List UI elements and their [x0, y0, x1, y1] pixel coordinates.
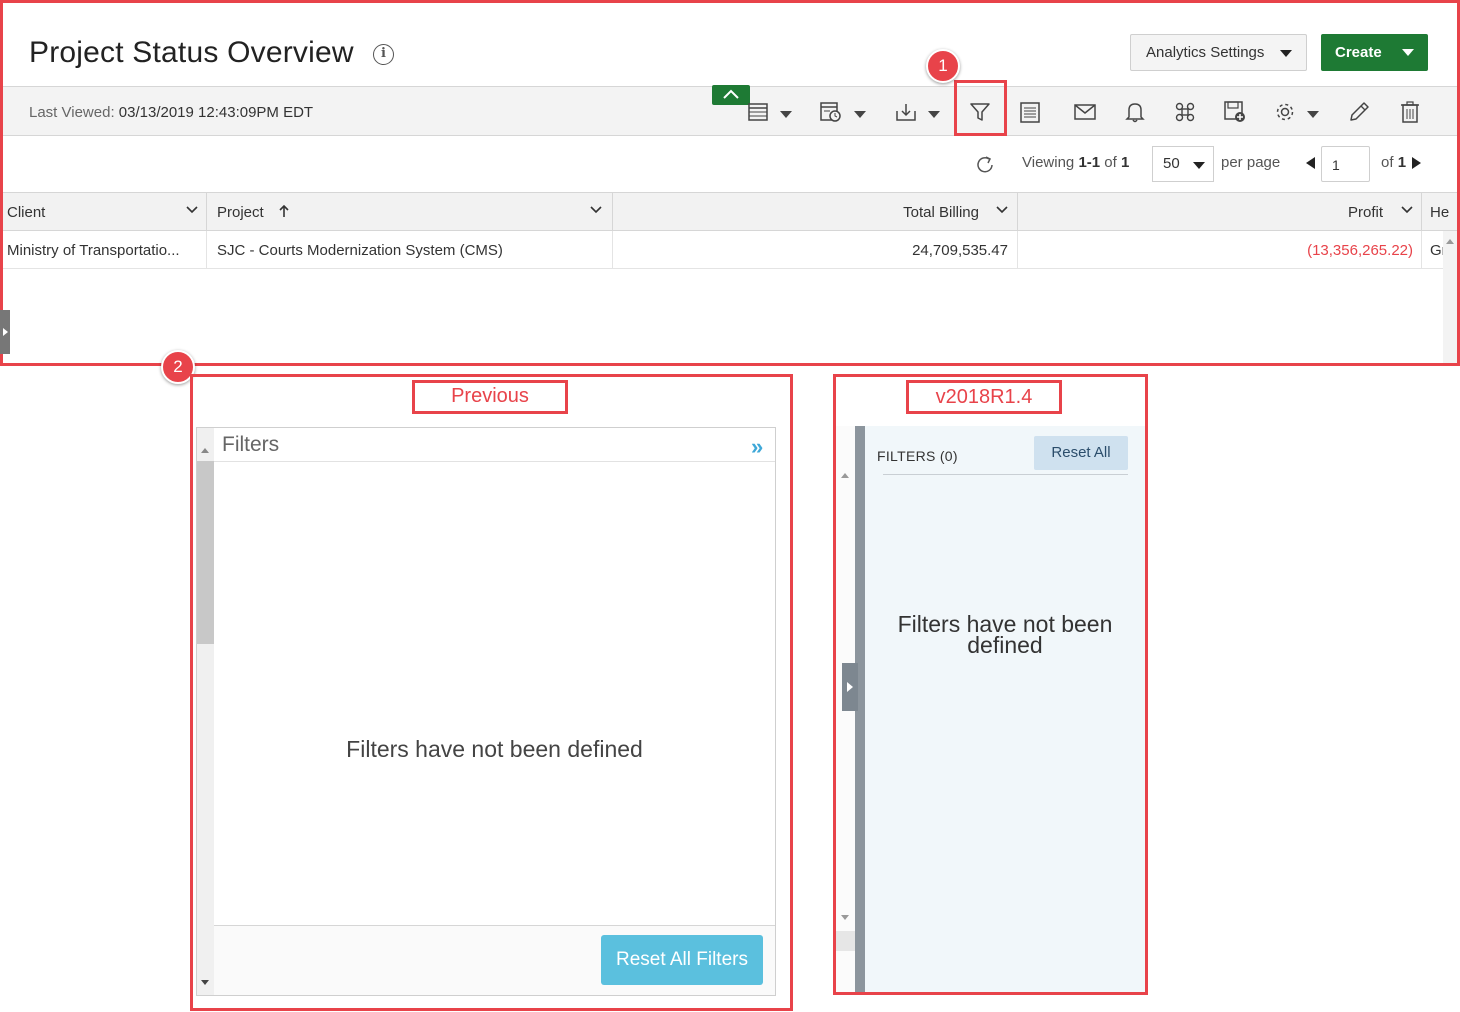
new-empty-message: Filters have not been defined — [897, 611, 1113, 658]
viewing-range: 1-1 — [1078, 154, 1101, 171]
viewing-total: 1 — [1120, 154, 1130, 171]
pencil-icon[interactable] — [1344, 97, 1374, 127]
reset-all-button[interactable]: Reset All — [1034, 436, 1128, 470]
per-page-value: 50 — [1163, 155, 1180, 172]
analytics-settings-label: Analytics Settings — [1146, 44, 1265, 61]
cell-text: (13,356,265.22) — [1307, 242, 1413, 259]
download-caret-icon[interactable] — [928, 111, 940, 118]
scroll-up-icon[interactable] — [201, 448, 209, 453]
create-button[interactable]: Create — [1321, 34, 1428, 71]
scroll-down-icon[interactable] — [841, 915, 849, 920]
cell-text: 24,709,535.47 — [912, 242, 1008, 259]
new-filters-panel: FILTERS (0) Reset All Filters have not b… — [836, 426, 1145, 992]
last-viewed-value: 03/13/2019 12:43:09PM EDT — [118, 104, 314, 121]
column-header-client[interactable]: Client — [3, 193, 207, 230]
column-header-project[interactable]: Project — [207, 193, 613, 230]
viewing-of: of — [1104, 154, 1117, 171]
toolbar: Last Viewed: 03/13/2019 12:43:09PM EDT — [3, 85, 1457, 136]
column-label: Profit — [1347, 204, 1383, 221]
page-total: of 1 — [1381, 154, 1406, 171]
cell-text: Gr — [1430, 242, 1443, 259]
sort-ascending-icon — [279, 204, 289, 217]
previous-panel-footer: Reset All Filters — [214, 925, 775, 995]
double-chevron-right-icon[interactable]: » — [751, 434, 763, 460]
analytics-settings-button[interactable]: Analytics Settings — [1130, 34, 1307, 71]
previous-scrollbar[interactable] — [197, 428, 214, 995]
info-icon[interactable]: i — [373, 44, 394, 65]
email-icon[interactable] — [1070, 97, 1100, 127]
caret-down-icon — [1280, 50, 1292, 57]
chevron-down-icon[interactable] — [1400, 205, 1414, 215]
chevron-up-icon — [723, 89, 739, 99]
grid-scrollbar[interactable] — [1443, 231, 1457, 363]
trash-icon[interactable] — [1395, 97, 1425, 127]
side-panel-handle[interactable] — [0, 310, 10, 354]
scroll-thumb[interactable] — [197, 461, 214, 644]
viewing-summary: Viewing 1-1 of 1 — [1022, 154, 1129, 171]
divider — [883, 474, 1128, 475]
previous-empty-message: Filters have not been defined — [346, 736, 643, 762]
grid-view-caret-icon[interactable] — [780, 111, 792, 118]
filter-highlight-box — [954, 80, 1007, 136]
prev-page-icon[interactable] — [1306, 157, 1315, 169]
cell-project: SJC - Courts Modernization System (CMS) — [207, 231, 613, 269]
panel-collapse-handle[interactable] — [842, 663, 858, 711]
scroll-down-icon[interactable] — [201, 980, 209, 985]
chevron-down-icon[interactable] — [185, 205, 199, 215]
next-page-icon[interactable] — [1412, 157, 1421, 169]
scroll-thumb[interactable] — [836, 931, 855, 951]
download-icon[interactable] — [891, 97, 921, 127]
previous-filters-title: Filters — [222, 433, 280, 456]
create-label: Create — [1335, 44, 1382, 61]
save-icon[interactable] — [1220, 97, 1250, 127]
page-of: of — [1381, 154, 1394, 171]
notes-icon[interactable] — [1015, 97, 1045, 127]
grid-view-icon[interactable] — [743, 97, 773, 127]
bell-icon[interactable] — [1120, 97, 1150, 127]
cell-text: Ministry of Transportatio... — [7, 242, 180, 259]
chevron-down-icon[interactable] — [995, 205, 1009, 215]
previous-filters-panel: Filters » Filters have not been defined … — [196, 427, 776, 996]
page-total-value: 1 — [1397, 154, 1407, 171]
column-label: Client — [7, 204, 46, 221]
command-icon[interactable] — [1170, 97, 1200, 127]
annotation-label-previous: Previous — [412, 380, 568, 414]
cell-client: Ministry of Transportatio... — [3, 231, 207, 269]
caret-down-icon — [1402, 49, 1414, 56]
new-filters-title: FILTERS (0) — [877, 448, 958, 464]
column-header-total-billing[interactable]: Total Billing — [613, 193, 1018, 230]
column-header-profit[interactable]: Profit — [1018, 193, 1422, 230]
cell-total-billing: 24,709,535.47 — [613, 231, 1018, 269]
page-title: Project Status Overview — [29, 36, 354, 69]
report-caret-icon[interactable] — [854, 111, 866, 118]
grid-header: Client Project Total Billing Profit He — [3, 192, 1457, 231]
report-icon[interactable] — [816, 97, 846, 127]
cell-profit: (13,356,265.22) — [1018, 231, 1422, 269]
chevron-down-icon[interactable] — [589, 205, 603, 215]
scroll-up-icon[interactable] — [1446, 239, 1454, 244]
table-row[interactable]: Ministry of Transportatio... SJC - Court… — [3, 231, 1443, 269]
cell-text: SJC - Courts Modernization System (CMS) — [217, 242, 503, 259]
viewing-prefix: Viewing — [1022, 154, 1075, 171]
gear-caret-icon[interactable] — [1307, 111, 1319, 118]
per-page-label: per page — [1221, 154, 1281, 171]
scroll-up-icon[interactable] — [841, 473, 849, 478]
refresh-icon[interactable] — [974, 154, 996, 181]
annotation-label-new: v2018R1.4 — [906, 380, 1062, 414]
cell-extra: Gr — [1422, 231, 1443, 269]
annotation-badge-1: 1 — [926, 49, 960, 83]
page-number-input[interactable]: 1 — [1321, 146, 1370, 182]
column-label: Project — [217, 204, 264, 221]
column-label: Total Billing — [903, 204, 979, 221]
column-header-extra[interactable]: He — [1422, 193, 1457, 230]
reset-all-filters-button[interactable]: Reset All Filters — [601, 935, 763, 985]
last-viewed-label: Last Viewed: — [29, 104, 115, 121]
caret-down-icon — [1193, 162, 1205, 169]
last-viewed: Last Viewed: 03/13/2019 12:43:09PM EDT — [29, 104, 313, 121]
gear-icon[interactable] — [1270, 97, 1300, 127]
divider — [214, 461, 775, 462]
per-page-select[interactable]: 50 — [1152, 146, 1214, 182]
column-label: He — [1430, 204, 1450, 221]
